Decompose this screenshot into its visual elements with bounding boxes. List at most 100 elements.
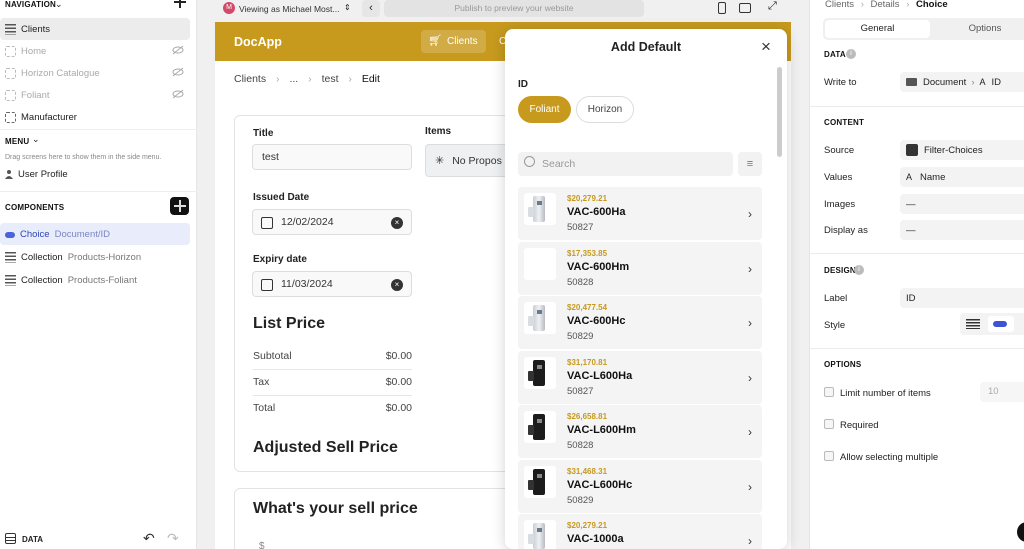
- title-input[interactable]: test: [252, 144, 412, 170]
- total-row: Total $0.00: [253, 396, 412, 422]
- loading-spinner-icon: ✳︎: [435, 155, 445, 167]
- list-style-icon[interactable]: [966, 319, 980, 329]
- breadcrumb-item[interactable]: Clients: [234, 73, 266, 85]
- nav-item-manufacturer[interactable]: Manufacturer: [0, 106, 190, 128]
- nav-item-horizon-catalogue[interactable]: Horizon Catalogue: [0, 62, 190, 84]
- nav-item-clients[interactable]: Clients: [0, 18, 190, 40]
- info-icon[interactable]: i: [846, 49, 856, 59]
- screen-icon: [5, 111, 16, 123]
- component-collection-foliant[interactable]: Collection Products-Foliant: [0, 269, 190, 291]
- display-as-select[interactable]: —: [900, 220, 1024, 240]
- issued-date-value: 12/02/2024: [281, 216, 334, 228]
- style-label: Style: [824, 320, 846, 331]
- chevron-updown-icon[interactable]: ⇕: [344, 3, 351, 12]
- component-collection-horizon[interactable]: Collection Products-Horizon: [0, 246, 190, 268]
- images-label: Images: [824, 199, 856, 210]
- left-panel: NAVIGATION ⌄ Clients Home Horizon Catalo…: [0, 0, 197, 549]
- data-table-icon[interactable]: [5, 533, 16, 544]
- chip-foliant[interactable]: Foliant: [518, 96, 571, 123]
- mobile-preview-icon[interactable]: [718, 2, 726, 14]
- items-label: Items: [425, 126, 452, 137]
- search-icon: [524, 156, 535, 167]
- product-price: $20,477.54: [567, 303, 608, 312]
- expiry-date-input[interactable]: 11/03/2024 ×: [252, 271, 412, 297]
- divider: [810, 348, 1024, 349]
- product-list-item[interactable]: $31,468.31 VAC-L600Hc 50829 ›: [518, 459, 762, 513]
- allow-multiple-checkbox[interactable]: [824, 451, 834, 461]
- product-list-item[interactable]: $31,170.81 VAC-L600Ha 50827 ›: [518, 350, 762, 404]
- required-checkbox[interactable]: [824, 419, 834, 429]
- limit-items-input[interactable]: 10: [980, 382, 1024, 402]
- product-list: $20,279.21 VAC-600Ha 50827 › $17,353.85 VAC-6…: [505, 187, 787, 549]
- chips-style-option[interactable]: [988, 316, 1014, 332]
- close-icon[interactable]: ×: [761, 37, 771, 57]
- hidden-eye-icon[interactable]: [172, 89, 184, 99]
- clear-icon[interactable]: ×: [391, 217, 403, 229]
- chevron-down-icon[interactable]: ⌄: [32, 134, 40, 145]
- text-type-icon: A: [979, 77, 986, 87]
- screen-icon: [5, 67, 16, 79]
- hidden-eye-icon[interactable]: [172, 45, 184, 55]
- add-component-button[interactable]: [170, 197, 189, 215]
- nav-item-foliant[interactable]: Foliant: [0, 84, 190, 106]
- menu-header[interactable]: MENU: [5, 137, 29, 146]
- tablet-preview-icon[interactable]: [739, 3, 751, 13]
- product-name: VAC-L600Hm: [567, 424, 636, 436]
- menu-item-user-profile[interactable]: User Profile: [0, 163, 190, 185]
- component-choice[interactable]: Choice Document/ID: [0, 223, 190, 245]
- expiry-date-value: 11/03/2024: [281, 278, 333, 290]
- breadcrumb-item[interactable]: Details: [871, 0, 900, 10]
- info-icon[interactable]: i: [854, 265, 864, 275]
- expand-icon[interactable]: ⤢: [768, 0, 777, 13]
- breadcrumb-item[interactable]: Clients: [825, 0, 854, 10]
- chevron-down-icon[interactable]: ⌄: [55, 0, 63, 10]
- product-code: 50828: [567, 276, 594, 288]
- publish-url-bar[interactable]: Publish to preview your website: [384, 0, 644, 17]
- images-select[interactable]: —: [900, 194, 1024, 214]
- product-list-item[interactable]: $17,353.85 VAC-600Hm 50828 ›: [518, 241, 762, 295]
- product-image: [524, 465, 556, 498]
- back-button[interactable]: ‹: [362, 0, 380, 17]
- adjusted-sell-price-heading: Adjusted Sell Price: [253, 439, 398, 456]
- search-input[interactable]: Search: [518, 152, 733, 176]
- divider: [0, 129, 197, 130]
- app-title[interactable]: DocApp: [234, 35, 282, 49]
- menu-item-label: User Profile: [18, 168, 68, 180]
- filter-icon[interactable]: ≡: [738, 152, 762, 176]
- data-label[interactable]: DATA: [22, 535, 43, 544]
- source-select[interactable]: Filter-Choices: [900, 140, 1024, 160]
- product-code: 50828: [567, 440, 594, 451]
- list-icon: [5, 23, 16, 35]
- calendar-icon: [261, 279, 273, 291]
- viewing-as-select[interactable]: Viewing as Michael Most...: [239, 4, 339, 14]
- breadcrumb-current: Choice: [916, 0, 948, 10]
- chip-horizon[interactable]: Horizon: [576, 96, 634, 123]
- tab-general[interactable]: General: [825, 20, 930, 38]
- navigation-header[interactable]: NAVIGATION: [5, 0, 56, 9]
- breadcrumb-item[interactable]: ...: [289, 73, 298, 85]
- product-list-item[interactable]: $26,658.81 VAC-L600Hm 50828 ›: [518, 405, 762, 458]
- tab-options[interactable]: Options: [935, 20, 1024, 38]
- help-button[interactable]: [1017, 522, 1024, 542]
- limit-items-checkbox[interactable]: [824, 387, 834, 397]
- redo-icon[interactable]: ↷: [167, 530, 179, 547]
- product-list-item[interactable]: $20,279.21 VAC-600Ha 50827 ›: [518, 187, 762, 240]
- label-input[interactable]: ID: [900, 288, 1024, 308]
- values-select[interactable]: A Name: [900, 167, 1024, 187]
- nav-item-home[interactable]: Home: [0, 40, 190, 62]
- breadcrumb-item[interactable]: test: [322, 73, 339, 85]
- style-toggle: [960, 313, 1024, 335]
- scrollbar[interactable]: [777, 67, 782, 157]
- header-tab-clients[interactable]: 🛒︎ Clients: [421, 30, 486, 53]
- add-screen-plus-icon[interactable]: [174, 0, 186, 8]
- product-image: [524, 411, 556, 443]
- issued-date-input[interactable]: 12/02/2024 ×: [252, 209, 412, 235]
- write-to-select[interactable]: Document › A ID: [900, 72, 1024, 92]
- hidden-eye-icon[interactable]: [172, 67, 184, 77]
- clear-icon[interactable]: ×: [391, 279, 403, 291]
- product-list-item[interactable]: $20,477.54 VAC-600Hc 50829 ›: [518, 296, 762, 349]
- component-source: Document/ID: [54, 228, 111, 240]
- product-image: [524, 520, 556, 549]
- product-list-item[interactable]: $20,279.21 VAC-1000a ›: [518, 514, 762, 549]
- undo-icon[interactable]: ↶: [143, 530, 155, 547]
